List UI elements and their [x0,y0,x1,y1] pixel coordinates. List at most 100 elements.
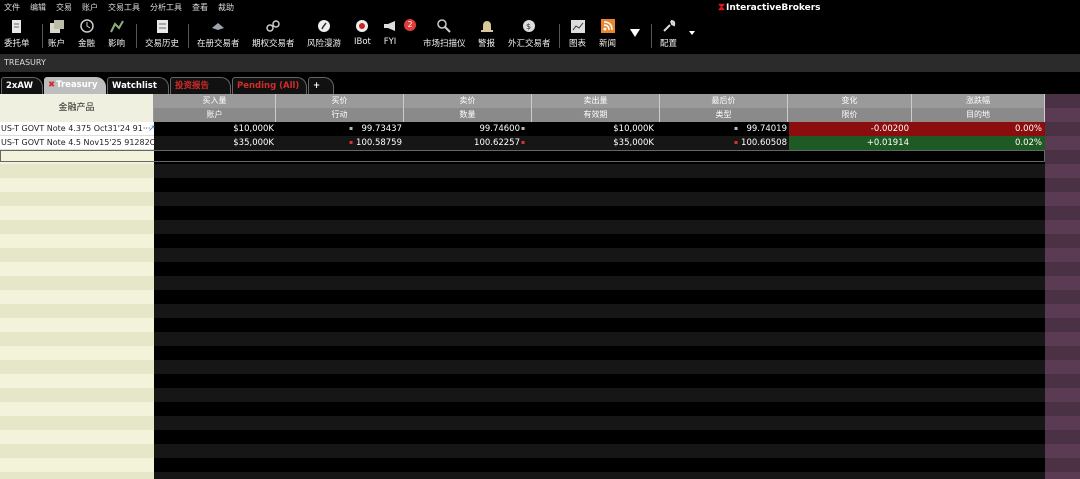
col-header-destination[interactable]: 目的地 [912,108,1045,122]
instrument-column [0,122,154,479]
toolbar-separator [136,24,137,48]
right-row-bg [1045,220,1080,234]
more-tools-dropdown[interactable] [628,16,642,54]
instrument-row-bg [0,374,154,388]
tick-indicator-icon: ▪ [521,139,526,146]
instrument-row-bg [0,472,154,479]
grid-row [154,290,1045,304]
instrument-row-bg [0,388,154,402]
change-cell[interactable]: -0.00200 [789,122,912,136]
ibot-button[interactable]: IBot [354,16,371,54]
configure-button[interactable]: 配置 [660,16,677,54]
trade-history-button[interactable]: 交易历史 [145,16,179,54]
new-row-entry[interactable] [0,150,1045,162]
menu-help[interactable]: 裁助 [218,0,234,16]
risk-navigator-button[interactable]: 风险漫游 [307,16,341,54]
ask-cell[interactable]: 99.74600 [404,122,520,136]
col-header-last[interactable]: 最后价 [660,94,788,108]
configure-dropdown[interactable] [685,16,699,54]
grid-row [154,178,1045,192]
toolbar: 委托单 账户 金融 影响 交易历史 在册交易者 期权交易者 风险漫游 IBot … [0,16,1080,54]
finance-button[interactable]: 金融 [78,16,95,54]
right-row-bg [1045,430,1080,444]
menu-file[interactable]: 文件 [4,0,20,16]
right-row-bg [1045,178,1080,192]
ask-size-cell[interactable]: $35,000K [532,136,654,150]
right-row-bg [1045,416,1080,430]
right-row-bg [1045,472,1080,479]
instrument-row-bg [0,192,154,206]
col-header-tif[interactable]: 有效期 [532,108,660,122]
scanner-button[interactable]: 市场扫描仪 [423,16,466,54]
right-row-bg [1045,444,1080,458]
ib-logo-text: InteractiveBrokers [726,2,821,13]
tab-treasury[interactable]: ✖Treasury [44,77,106,94]
menu-analysis-tools[interactable]: 分析工具 [150,0,182,16]
fx-trader-button[interactable]: $ 外汇交易者 [508,16,551,54]
menu-trading-tools[interactable]: 交易工具 [108,0,140,16]
right-row-bg [1045,388,1080,402]
bid-size-cell[interactable]: $10,000K [154,122,274,136]
megaphone-icon [383,19,397,33]
options-trader-button[interactable]: 期权交易者 [252,16,295,54]
col-header-change-pct[interactable]: 涨跌幅 [912,94,1045,108]
trader-button[interactable]: 在册交易者 [197,16,240,54]
menu-trade[interactable]: 交易 [56,0,72,16]
news-button[interactable]: 新闻 [599,16,616,54]
bid-cell[interactable]: 100.58759 [276,136,402,150]
right-row-bg [1045,122,1080,136]
finance-icon [79,19,94,33]
instrument-row-bg [0,262,154,276]
col-header-limit-price[interactable]: 限价 [788,108,912,122]
change-pct-cell[interactable]: 0.02% [912,136,1045,150]
bid-size-cell[interactable]: $35,000K [154,136,274,150]
chart-button[interactable]: 图表 [569,16,586,54]
menu-edit[interactable]: 编辑 [30,0,46,16]
alert-bell-icon [480,19,494,33]
change-cell[interactable]: +0.01914 [789,136,912,150]
col-header-action[interactable]: 行动 [276,108,404,122]
impact-button[interactable]: 影响 [108,16,125,54]
ask-cell[interactable]: 100.62257 [404,136,520,150]
fyi-button[interactable]: FYI [383,16,397,54]
bid-cell[interactable]: 99.73437 [276,122,402,136]
grid-row [154,248,1045,262]
instrument-cell[interactable]: US-T GOVT Note 4.375 Oct31'24 91··· [0,122,154,136]
svg-text:$: $ [526,22,531,31]
col-header-account[interactable]: 账户 [154,108,276,122]
alert-button[interactable]: 警报 [478,16,495,54]
instrument-column-header[interactable]: 金融产品 [0,94,154,122]
col-header-type[interactable]: 类型 [660,108,788,122]
dropdown-arrow-icon [628,26,642,40]
tab-watchlist[interactable]: Watchlist [107,77,169,94]
last-price-cell[interactable]: 100.60508 [660,136,787,150]
col-header-ask[interactable]: 卖价 [404,94,532,108]
tab-investment-report[interactable]: 投资报告 [170,77,231,94]
instrument-row-bg [0,206,154,220]
close-tab-icon[interactable]: ✖ [48,80,55,90]
tab-pending-all[interactable]: Pending (All) [232,77,307,94]
instrument-cell[interactable]: US-T GOVT Note 4.5 Nov15'25 91282CF··· [0,136,154,150]
col-header-quantity[interactable]: 数量 [404,108,532,122]
account-button[interactable]: 账户 [48,16,65,54]
instrument-row-bg [0,304,154,318]
instrument-row-bg [0,234,154,248]
col-header-ask-size[interactable]: 卖出量 [532,94,660,108]
ask-size-cell[interactable]: $10,000K [532,122,654,136]
order-button[interactable]: 委托单 [4,16,30,54]
toolbar-separator [42,24,43,48]
col-header-bid[interactable]: 买价 [276,94,404,108]
grid-row [154,304,1045,318]
last-price-cell[interactable]: 99.74019 [660,122,787,136]
tab-2xaw[interactable]: 2xAW [1,77,43,94]
instrument-row-bg [0,178,154,192]
menu-view[interactable]: 查看 [192,0,208,16]
add-tab-button[interactable]: + [308,77,334,94]
right-row-bg [1045,332,1080,346]
col-header-change[interactable]: 变化 [788,94,912,108]
right-row-bg [1045,150,1080,164]
menu-account[interactable]: 账户 [82,0,98,16]
change-pct-cell[interactable]: 0.00% [912,122,1045,136]
tick-indicator-icon: ▪ [521,125,526,132]
col-header-bid-size[interactable]: 买入量 [154,94,276,108]
